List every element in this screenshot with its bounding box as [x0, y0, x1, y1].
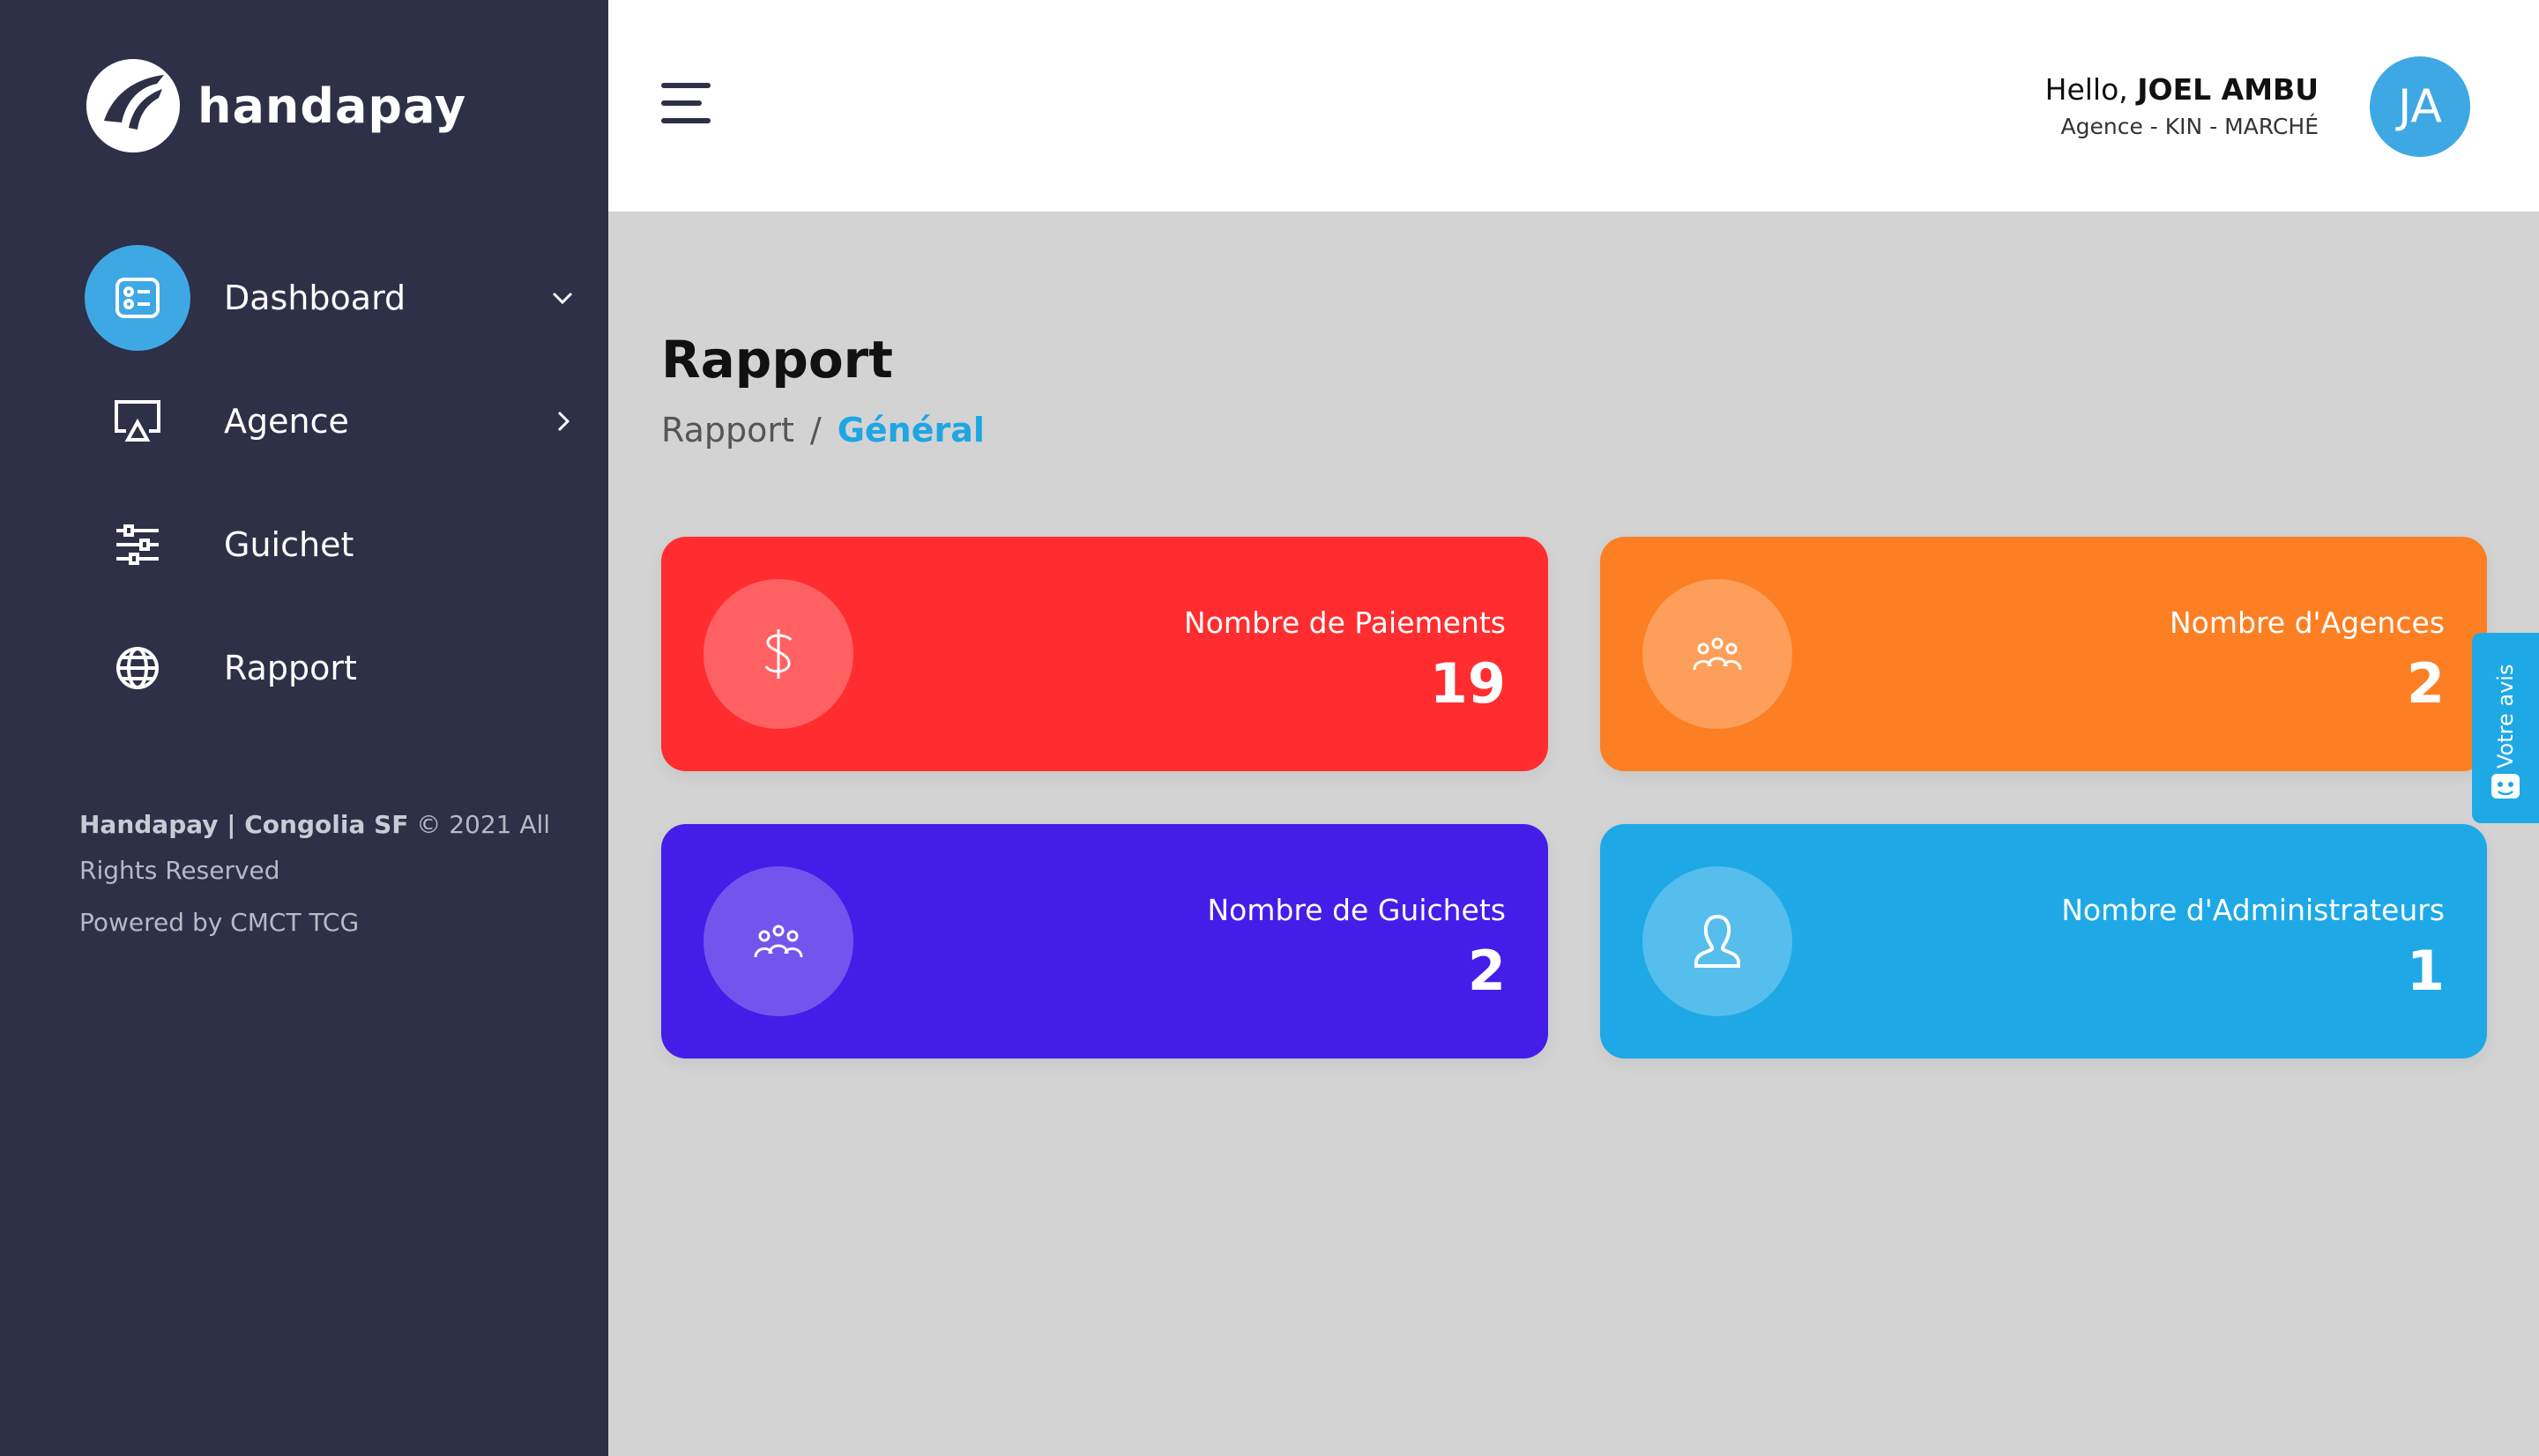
feedback-label: Votre avis [2493, 664, 2518, 769]
chat-face-icon [2491, 774, 2520, 799]
breadcrumb-separator: / [809, 411, 822, 449]
stat-card-agences[interactable]: Nombre d'Agences 2 [1600, 537, 2487, 771]
top-header: Hello, JOEL AMBU Agence - KIN - MARCHÉ J… [608, 0, 2539, 212]
logo[interactable]: handapay [86, 58, 466, 153]
stat-label: Nombre de Guichets [1207, 893, 1507, 927]
stat-card-guichets[interactable]: Nombre de Guichets 2 [661, 824, 1548, 1059]
powered-by: Powered by CMCT TCG [79, 908, 360, 937]
sidebar-item-guichet[interactable]: Guichet [85, 492, 578, 598]
sidebar-item-rapport[interactable]: Rapport [85, 615, 578, 721]
user-info: Hello, JOEL AMBU Agence - KIN - MARCHÉ [2045, 72, 2319, 139]
dashboard-icon [85, 245, 190, 351]
sidebar-item-dashboard[interactable]: Dashboard [85, 245, 578, 351]
stat-value: 1 [2406, 939, 2445, 1003]
stat-label: Nombre de Paiements [1184, 605, 1506, 640]
sidebar-item-agence[interactable]: Agence [85, 368, 578, 474]
breadcrumb-current: Général [837, 411, 985, 449]
stat-label: Nombre d'Administrateurs [2061, 893, 2445, 927]
sidebar-nav: Dashboard Agence Guichet Rapport [85, 245, 578, 739]
footer-brand: Handapay | Congolia SF [79, 810, 409, 839]
stat-card-administrateurs[interactable]: Nombre d'Administrateurs 1 [1600, 824, 2487, 1059]
brand-name: handapay [197, 78, 467, 134]
stat-card-paiements[interactable]: Nombre de Paiements 19 [661, 537, 1548, 771]
menu-toggle-icon[interactable] [661, 83, 711, 123]
dollar-icon [704, 579, 853, 729]
handapay-logo-icon [86, 59, 180, 152]
sidebar-item-label: Guichet [224, 525, 354, 564]
copyright: Handapay | Congolia SF © 2021 All Rights… [79, 802, 573, 894]
avatar[interactable]: JA [2370, 56, 2470, 157]
stat-value: 19 [1429, 651, 1506, 716]
page-title: Rapport [661, 330, 894, 390]
sidebar-item-label: Agence [224, 402, 349, 441]
sidebar-item-label: Rapport [224, 649, 357, 687]
user-name: JOEL AMBU [2137, 72, 2319, 107]
greeting-text: Hello, [2044, 72, 2128, 107]
stat-value: 2 [2406, 651, 2445, 716]
greeting: Hello, JOEL AMBU [2045, 72, 2319, 107]
globe-icon [85, 615, 190, 721]
sliders-icon [85, 492, 190, 598]
breadcrumb-item[interactable]: Rapport [661, 411, 794, 449]
sidebar: handapay Dashboard Agence Guichet Rappor… [0, 0, 608, 1456]
group-icon [704, 866, 853, 1016]
breadcrumb: Rapport / Général [661, 411, 985, 449]
stat-label: Nombre d'Agences [2169, 605, 2445, 640]
stat-value: 2 [1467, 939, 1506, 1003]
chevron-down-icon [552, 292, 573, 305]
feedback-tab[interactable]: Votre avis [2472, 633, 2539, 823]
chevron-right-icon [557, 411, 570, 432]
user-icon [1642, 866, 1792, 1016]
app: handapay Dashboard Agence Guichet Rappor… [0, 0, 2539, 1456]
group-icon [1642, 579, 1792, 729]
monitor-icon [85, 368, 190, 474]
sidebar-item-label: Dashboard [224, 279, 406, 317]
user-agency: Agence - KIN - MARCHÉ [2060, 114, 2319, 139]
